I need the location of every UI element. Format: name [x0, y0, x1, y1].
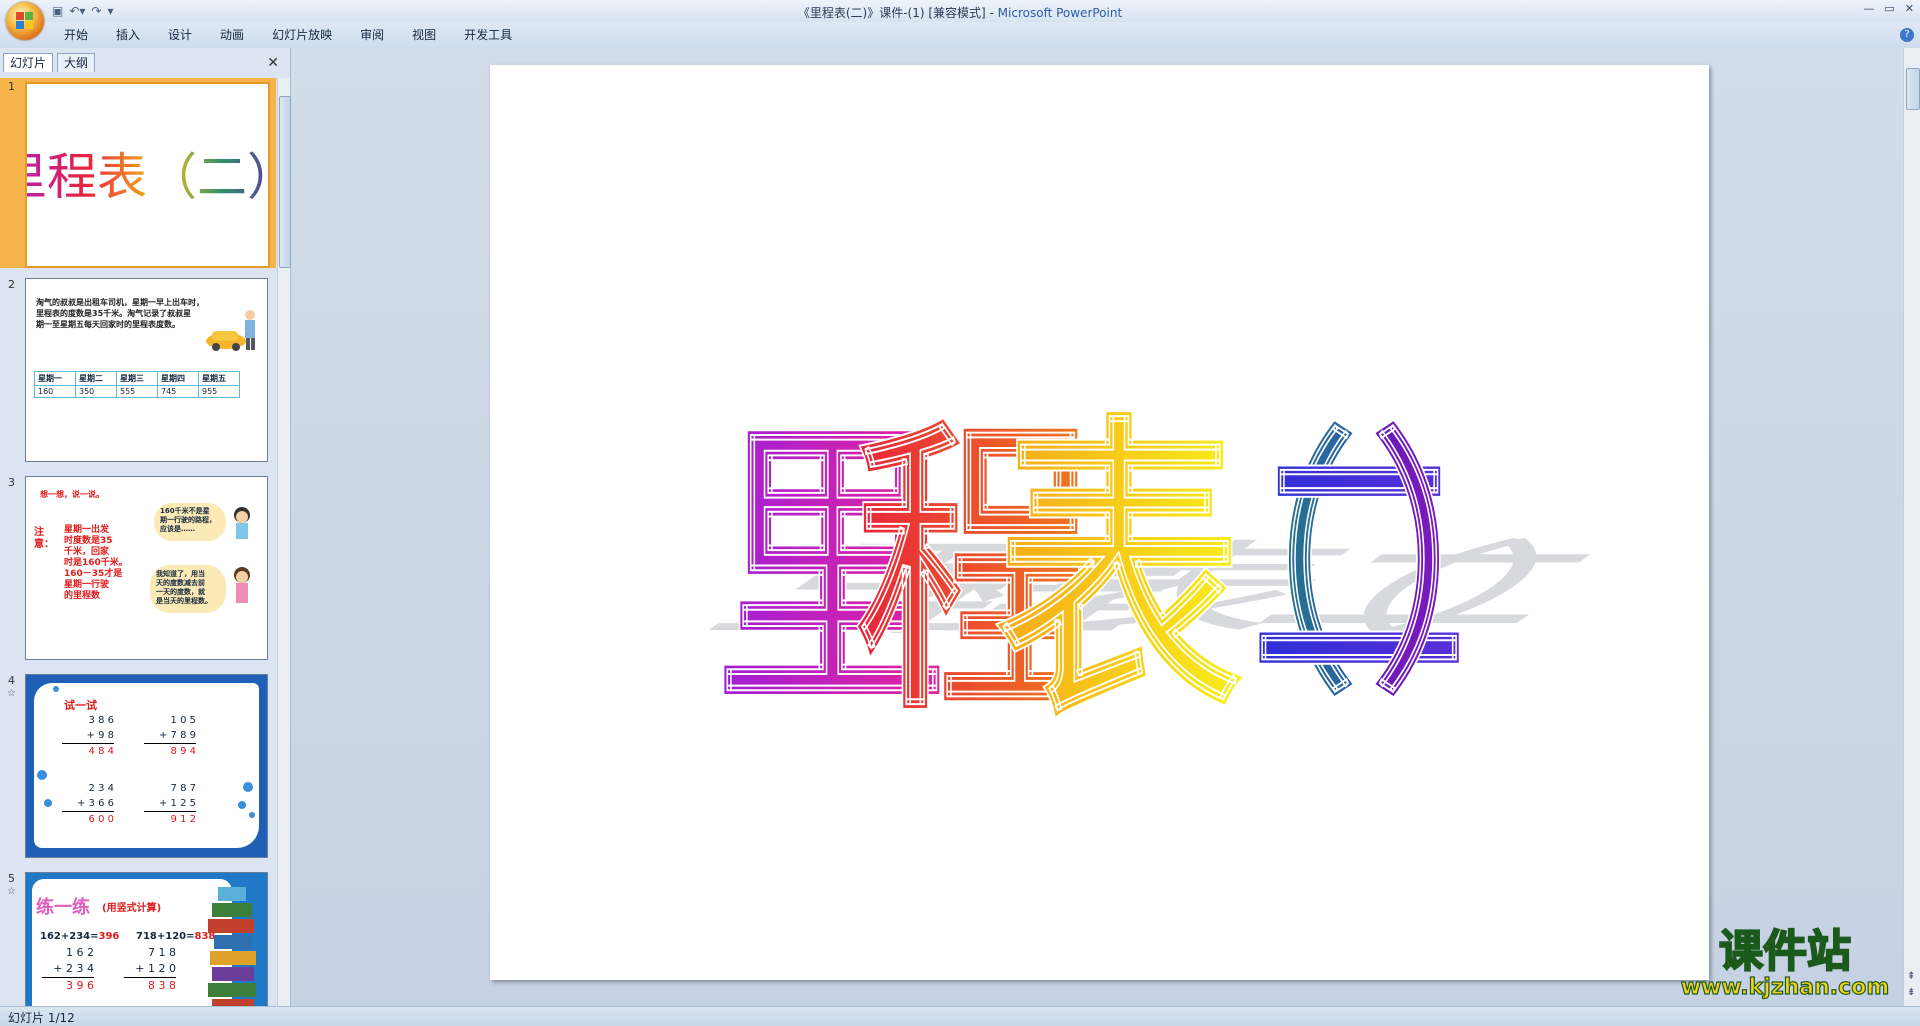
bubbles-decoration [37, 686, 255, 818]
status-bar: 幻灯片 1/12 [0, 1006, 1920, 1026]
thumbnail-slide-2[interactable]: 2 淘气的叔叔是出租车司机，星期一早上出车时， 里程表的度数是35千米。淘气记录… [0, 276, 276, 466]
slide-editing-area: 里 程 表 （ 二 ） 里 程 表 （ 二 ） [291, 48, 1903, 1006]
taxi-driver-illustration [206, 310, 255, 351]
tab-slideshow[interactable]: 幻灯片放映 [258, 27, 346, 43]
slide-scroll-thumb[interactable] [1906, 68, 1920, 110]
close-button[interactable]: ✕ [1905, 2, 1914, 15]
tab-slides[interactable]: 幻灯片 [3, 53, 54, 72]
tab-animations[interactable]: 动画 [206, 27, 258, 43]
tab-design[interactable]: 设计 [154, 27, 206, 43]
slide-scrollbar[interactable]: ⇞ ⇟ [1903, 48, 1920, 1006]
tab-developer[interactable]: 开发工具 [450, 27, 526, 43]
title-char-6: ） [1370, 406, 1588, 732]
pane-tabs: 幻灯片 大纲 ✕ [3, 53, 283, 73]
thumbnail-slide-3[interactable]: 3 想一想，说一说。 注意： 星期一出发 时度数是35 千米，回家 时是160千… [0, 474, 276, 664]
help-icon[interactable]: ? [1900, 28, 1914, 42]
book-stack-illustration [208, 887, 256, 1006]
title-bar: ▣ ↶▾ ↷ ▾ 《里程表(二)》课件-(1) [兼容模式] - Microso… [0, 0, 1920, 22]
svg-text:课件站: 课件站 [1719, 926, 1851, 977]
tab-review[interactable]: 审阅 [346, 27, 398, 43]
thumbnail-slide-1[interactable]: 1 里程表（二） [0, 78, 276, 268]
slide-counter: 幻灯片 1/12 [8, 1011, 75, 1025]
slide-1-preview[interactable]: 里程表（二） [25, 82, 270, 268]
animation-star-icon: ☆ [7, 688, 16, 699]
office-button[interactable] [6, 2, 44, 40]
window-title: 《里程表(二)》课件-(1) [兼容模式] - Microsoft PowerP… [797, 6, 1123, 20]
speech-bubble-2: 我知道了，用当 天的度数减去前 一天的度数，就 是当天的里程数。 [150, 565, 226, 613]
slide-1-thumb-title: 里程表（二） [27, 148, 268, 206]
speech-bubble-1: 160千米不是星 期一行驶的路程， 应该是…… [154, 503, 226, 541]
ribbon: 开始 插入 设计 动画 幻灯片放映 审阅 视图 开发工具 ? [0, 22, 1920, 49]
svg-text:www.kjzhan.com: www.kjzhan.com [1681, 975, 1890, 1000]
slide-3-preview[interactable]: 想一想，说一说。 注意： 星期一出发 时度数是35 千米，回家 时是160千米。… [25, 476, 268, 660]
slide-4-preview[interactable]: 试一试 3 8 6 + 9 8 4 8 4 1 0 5 + 7 8 9 8 9 … [25, 674, 268, 858]
minimize-button[interactable]: — [1863, 2, 1874, 15]
thumbnail-slide-5[interactable]: 5 ☆ 练一练 (用竖式计算) 162+234=396 718+120=838 … [0, 870, 276, 1006]
slides-pane: 幻灯片 大纲 ✕ 1 里程表（二） [0, 48, 291, 1006]
slide-5-preview[interactable]: 练一练 (用竖式计算) 162+234=396 718+120=838 1 6 … [25, 872, 268, 1006]
next-slide-icon[interactable]: ⇟ [1907, 987, 1915, 998]
tab-home[interactable]: 开始 [50, 27, 102, 43]
thumbnail-scroll-thumb[interactable] [279, 96, 291, 268]
tab-insert[interactable]: 插入 [102, 27, 154, 43]
window-controls: — ▭ ✕ [1863, 2, 1914, 15]
office-logo-icon [16, 12, 34, 30]
restore-button[interactable]: ▭ [1884, 2, 1894, 15]
prev-slide-icon[interactable]: ⇞ [1907, 971, 1915, 982]
slide-2-preview[interactable]: 淘气的叔叔是出租车司机，星期一早上出车时， 里程表的度数是35千米。淘气记录了叔… [25, 278, 268, 462]
mileage-table: 星期一 星期二 星期三 星期四 星期五 160 350 555 745 955 [34, 371, 240, 398]
slide-title-wordart[interactable]: 里 程 表 （ 二 ） 里 程 表 （ 二 ） [490, 65, 1709, 980]
tab-outline[interactable]: 大纲 [57, 53, 96, 72]
thumbnail-scrollbar[interactable] [277, 78, 291, 1006]
thumbnail-list[interactable]: 1 里程表（二） 2 [0, 78, 276, 1006]
animation-star-icon: ☆ [7, 886, 16, 897]
watermark-logo: 课件站 www.kjzhan.com [1665, 922, 1905, 1002]
ribbon-tabs: 开始 插入 设计 动画 幻灯片放映 审阅 视图 开发工具 [50, 27, 526, 43]
tab-view[interactable]: 视图 [398, 27, 450, 43]
current-slide[interactable]: 里 程 表 （ 二 ） 里 程 表 （ 二 ） [490, 65, 1709, 980]
children-illustration [234, 507, 250, 603]
thumbnail-slide-4[interactable]: 4 ☆ 试一试 3 8 6 + 9 8 4 8 4 1 0 5 + 7 8 9 … [0, 672, 276, 862]
close-pane-icon[interactable]: ✕ [267, 55, 279, 71]
